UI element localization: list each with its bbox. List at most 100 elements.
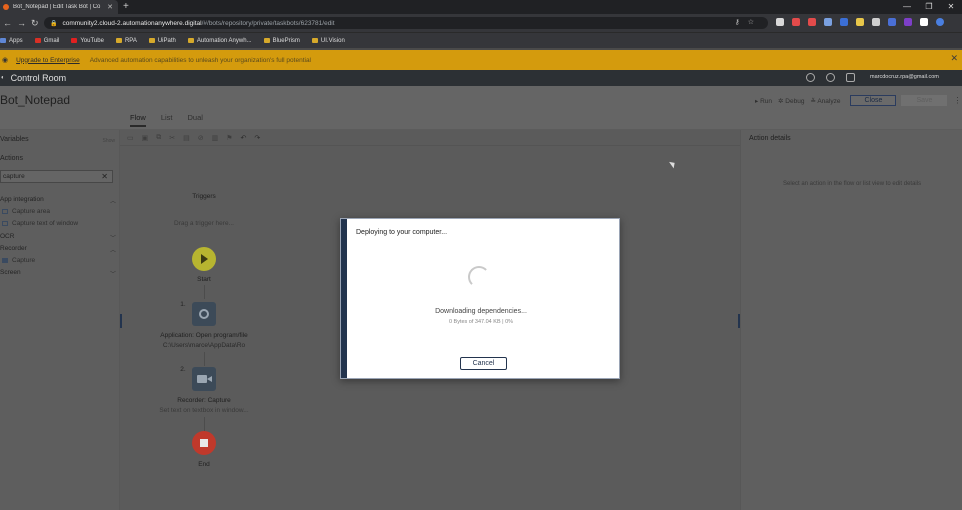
bookmark-item[interactable]: Gmail xyxy=(34,38,59,44)
tab-flow[interactable]: Flow xyxy=(130,113,146,127)
bookmark-item[interactable]: Apps xyxy=(0,38,23,44)
bookmark-item[interactable]: YouTube xyxy=(71,38,104,44)
globe-icon[interactable] xyxy=(826,73,835,82)
extension-icon[interactable] xyxy=(840,18,848,26)
redo-icon[interactable]: ↷ xyxy=(254,134,260,142)
bookmark-icon xyxy=(71,38,78,43)
extension-icon[interactable] xyxy=(808,18,816,26)
lock-icon: 🔒 xyxy=(50,20,58,27)
profile-avatar-icon[interactable] xyxy=(936,18,944,26)
run-button[interactable]: ▸ Run xyxy=(755,97,772,105)
search-value: capture xyxy=(3,173,25,180)
group-recorder[interactable]: Recorder ︿ xyxy=(0,245,116,254)
app-title[interactable]: Control Room xyxy=(11,73,67,83)
show-variables-link[interactable]: Show xyxy=(102,138,115,144)
actions-search-input[interactable]: capture ✕ xyxy=(0,170,113,183)
close-tab-icon[interactable]: ✕ xyxy=(107,3,113,11)
bookmark-item[interactable]: BluePrism xyxy=(263,38,300,44)
notifications-icon[interactable] xyxy=(846,73,855,82)
start-node[interactable] xyxy=(192,247,216,271)
bookmark-star-icon[interactable]: ⚷☆ xyxy=(735,17,762,29)
app-logo-icon: ◐ xyxy=(1,75,5,81)
close-window-icon[interactable]: ✕ xyxy=(940,0,962,14)
step-node-recorder-capture[interactable] xyxy=(192,367,216,391)
action-capture-area[interactable]: Capture area xyxy=(2,208,50,215)
delete-icon[interactable]: ▥ xyxy=(212,134,219,142)
debug-button[interactable]: ✲ Debug xyxy=(778,97,804,105)
copy-icon[interactable]: ⧉ xyxy=(156,134,161,142)
chevron-up-icon: ︿ xyxy=(109,199,116,205)
analyze-button[interactable]: ≚ Analyze xyxy=(810,97,840,105)
chevron-down-icon: ﹀ xyxy=(109,236,116,242)
extension-icon[interactable] xyxy=(872,18,880,26)
bot-toolbar: Bot_Notepad Flow List Dual ▸ Run ✲ Debug… xyxy=(0,86,962,130)
stop-icon xyxy=(200,439,208,447)
restore-icon[interactable]: ❐ xyxy=(918,0,940,14)
clear-search-icon[interactable]: ✕ xyxy=(101,171,108,182)
more-options-icon[interactable]: ⋮ xyxy=(953,96,961,105)
bookmark-item[interactable]: UI.Vision xyxy=(311,38,345,44)
extension-icon[interactable] xyxy=(888,18,896,26)
window-icon xyxy=(2,221,8,226)
upgrade-link[interactable]: Upgrade to Enterprise xyxy=(16,57,80,64)
group-screen[interactable]: Screen ﹀ xyxy=(0,269,116,278)
close-banner-icon[interactable]: ✕ xyxy=(950,53,958,64)
variables-heading[interactable]: Variables xyxy=(0,136,29,143)
loading-spinner-icon xyxy=(468,266,490,288)
deploy-dialog: Deploying to your computer... Downloadin… xyxy=(340,218,620,379)
minimize-icon[interactable]: — xyxy=(896,0,918,14)
url-input[interactable]: 🔒 community2.cloud-2.automationanywhere.… xyxy=(44,17,768,29)
new-tab-button[interactable]: + xyxy=(123,0,129,14)
user-menu[interactable]: marcdocruz.rpa@gmail.com xyxy=(870,74,939,80)
group-ocr[interactable]: OCR ﹀ xyxy=(0,233,116,242)
close-button[interactable]: Close xyxy=(850,95,897,106)
browser-tab[interactable]: Bot_Notepad | Edit Task Bot | Co ✕ xyxy=(0,0,118,14)
url-host: community2.cloud-2.automationanywhere.di… xyxy=(62,19,202,27)
cut-icon[interactable]: ✂ xyxy=(169,134,175,142)
bot-actions: ▸ Run ✲ Debug ≚ Analyze Close Save ⋮ xyxy=(755,95,961,106)
step-subtitle: Set text on textbox in window... xyxy=(159,407,249,414)
bookmark-item[interactable]: UiPath xyxy=(148,38,176,44)
disable-icon[interactable]: ⊘ xyxy=(198,134,204,142)
extension-icon[interactable] xyxy=(904,18,912,26)
save-icon[interactable]: ▣ xyxy=(142,134,149,142)
group-app-integration[interactable]: App integration ︿ xyxy=(0,196,116,205)
bookmark-item[interactable]: Automation Anywh... xyxy=(187,38,252,44)
action-capture-text-of-window[interactable]: Capture text of window xyxy=(2,220,78,227)
save-button[interactable]: Save xyxy=(901,95,948,106)
address-bar: ← → ↻ 🔒 community2.cloud-2.automationany… xyxy=(0,14,962,32)
bookmarks-bar: Apps Gmail YouTube RPA UiPath Automation Anyw… xyxy=(0,32,962,48)
flag-icon[interactable]: ⚑ xyxy=(226,134,232,142)
application-icon xyxy=(199,309,209,319)
extension-icon[interactable] xyxy=(856,18,864,26)
trigger-drop-zone[interactable]: Drag a trigger here... xyxy=(169,220,239,227)
back-icon[interactable]: ← xyxy=(3,17,12,29)
view-tabs: Flow List Dual xyxy=(130,113,218,127)
extension-icon[interactable] xyxy=(920,18,928,26)
forward-icon[interactable]: → xyxy=(17,17,26,29)
step-node-open-program[interactable] xyxy=(192,302,216,326)
extension-icon[interactable] xyxy=(792,18,800,26)
action-details-panel: Action details Select an action in the f… xyxy=(740,130,962,510)
reload-icon[interactable]: ↻ xyxy=(31,17,39,29)
action-details-title: Action details xyxy=(749,135,791,142)
actions-heading: Actions xyxy=(0,155,23,162)
end-node[interactable] xyxy=(192,431,216,455)
tab-list[interactable]: List xyxy=(161,113,173,127)
tab-dual[interactable]: Dual xyxy=(188,113,203,127)
bookmark-item[interactable]: RPA xyxy=(115,38,137,44)
action-capture[interactable]: Capture xyxy=(2,257,35,264)
left-collapse-handle[interactable] xyxy=(120,314,122,328)
video-icon[interactable]: ▭ xyxy=(127,134,134,142)
paste-icon[interactable]: ▤ xyxy=(183,134,190,142)
canvas-toolbar: ▭ ▣ ⧉ ✂ ▤ ⊘ ▥ ⚑ ↶ ↷ xyxy=(120,130,740,146)
action-details-hint: Select an action in the flow or list vie… xyxy=(783,181,922,187)
help-icon[interactable] xyxy=(806,73,815,82)
cancel-button[interactable]: Cancel xyxy=(460,357,507,370)
undo-icon[interactable]: ↶ xyxy=(241,134,247,142)
upgrade-banner: ◉ Upgrade to Enterprise Advanced automat… xyxy=(0,50,962,70)
header-icons xyxy=(806,73,866,82)
step-number: 1. xyxy=(180,301,186,308)
extension-icon[interactable] xyxy=(776,18,784,26)
extension-icon[interactable] xyxy=(824,18,832,26)
